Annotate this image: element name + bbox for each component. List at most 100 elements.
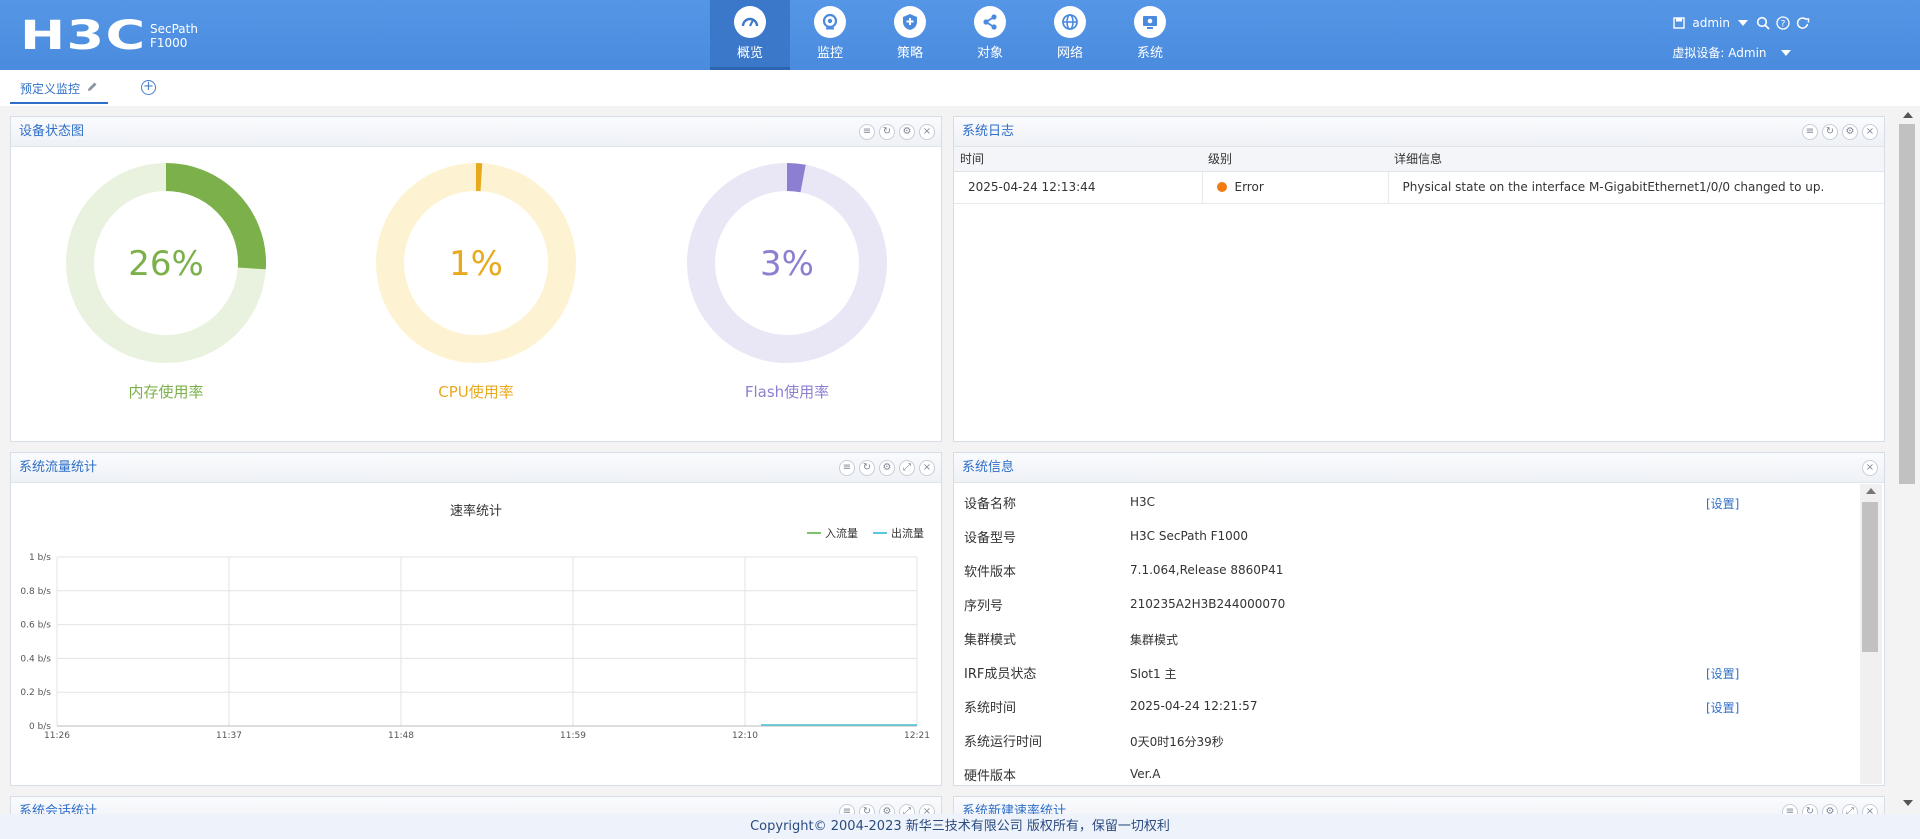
close-icon[interactable]: ×	[919, 460, 935, 476]
y-tick-label: 0.8 b/s	[20, 587, 51, 597]
memory-gauge-ring: 26%	[66, 163, 266, 363]
x-tick-label: 12:21	[904, 731, 930, 741]
error-dot-icon	[1216, 182, 1227, 192]
panel-title: 系统信息	[962, 460, 1015, 475]
tab-predefined-monitor[interactable]: 预定义监控	[10, 76, 109, 104]
scroll-up-arrow-icon[interactable]	[1866, 488, 1876, 494]
chart-legend: 入流量 出流量	[807, 526, 924, 540]
log-detail: Physical state on the interface M-Gigabi…	[1388, 171, 1884, 204]
vdev-dropdown-icon[interactable]	[1779, 46, 1793, 60]
nav-item-policy[interactable]: 策略	[870, 0, 950, 70]
info-row-cluster: 集群模式 集群模式	[964, 633, 1179, 648]
gauge-value-text: 1%	[449, 244, 503, 284]
list-icon[interactable]: ≡	[839, 804, 855, 814]
col-level[interactable]: 级别	[1202, 147, 1388, 172]
gear-icon[interactable]: ⚙	[1822, 804, 1838, 814]
tab-bar: 预定义监控 +	[0, 70, 1920, 106]
refresh-icon[interactable]: ↻	[1802, 804, 1818, 814]
close-icon[interactable]: ×	[1862, 460, 1878, 476]
log-time: 2025-04-24 12:13:44	[954, 171, 1203, 204]
x-tick-label: 11:59	[560, 731, 586, 741]
shield-icon	[894, 6, 926, 38]
edit-icon[interactable]	[86, 76, 98, 102]
gear-icon[interactable]: ⚙	[899, 124, 915, 140]
page-scroll-down-icon[interactable]	[1903, 800, 1913, 806]
gauge-label: CPU使用率	[438, 383, 514, 401]
page-scrollbar[interactable]	[1897, 110, 1919, 810]
close-icon[interactable]: ×	[919, 124, 935, 140]
user-area: admin ? 虚拟设备: Admin	[1672, 16, 1810, 61]
legend-in-label: 入流量	[825, 526, 858, 540]
caret-down-icon[interactable]	[1736, 16, 1750, 30]
gauge-value-text: 3%	[760, 244, 814, 284]
monitor-icon	[814, 6, 846, 38]
legend-out-label: 出流量	[891, 526, 924, 540]
set-link[interactable]: [设置]	[1706, 665, 1739, 682]
gauge-cpu: 1% CPU使用率	[376, 163, 576, 402]
system-log-panel: 系统日志 ≡ ↻ ⚙ × 时间 级别 详细信息 2025-04-24 12:13…	[953, 116, 1885, 442]
nav-item-overview[interactable]: 概览	[710, 0, 790, 70]
new-rate-stats-panel: 系统新建速率统计 ≡ ↻ ⚙ ⤢ ×	[953, 796, 1885, 814]
gauge-value-text: 26%	[128, 244, 204, 284]
refresh-icon[interactable]: ↻	[859, 804, 875, 814]
user-menu[interactable]: admin	[1692, 16, 1730, 30]
brand-logo: H3C SecPath F1000	[20, 16, 198, 56]
panel-title: 系统会话统计	[19, 804, 98, 814]
list-icon[interactable]: ≡	[1802, 124, 1818, 140]
list-icon[interactable]: ≡	[1782, 804, 1798, 814]
cpu-gauge-ring: 1%	[376, 163, 576, 363]
expand-icon[interactable]: ⤢	[899, 804, 915, 814]
panel-title-bar: 系统流量统计 ≡ ↻ ⚙ ⤢ ×	[11, 453, 941, 483]
close-icon[interactable]: ×	[1862, 124, 1878, 140]
refresh-icon[interactable]: ↻	[1822, 124, 1838, 140]
gear-icon[interactable]: ⚙	[879, 460, 895, 476]
gear-icon[interactable]: ⚙	[1842, 124, 1858, 140]
logout-icon[interactable]	[1796, 16, 1810, 30]
nav-label: 网络	[1056, 46, 1083, 61]
help-icon[interactable]: ?	[1776, 16, 1790, 30]
panel-title-bar: 系统新建速率统计 ≡ ↻ ⚙ ⤢ ×	[954, 797, 1884, 814]
save-icon[interactable]	[1672, 16, 1686, 30]
panel-title: 系统流量统计	[19, 460, 98, 475]
search-icon[interactable]	[1756, 16, 1770, 30]
list-icon[interactable]: ≡	[839, 460, 855, 476]
gauge-label: 内存使用率	[128, 383, 204, 401]
nav-item-monitor[interactable]: 监控	[790, 0, 870, 70]
refresh-icon[interactable]: ↻	[859, 460, 875, 476]
close-icon[interactable]: ×	[919, 804, 935, 814]
nav-item-system[interactable]: 系统	[1110, 0, 1190, 70]
log-table: 时间 级别 详细信息 2025-04-24 12:13:44 Error Phy…	[954, 147, 1884, 204]
nav-label: 系统	[1136, 46, 1163, 61]
gear-icon[interactable]: ⚙	[879, 804, 895, 814]
expand-icon[interactable]: ⤢	[899, 460, 915, 476]
expand-icon[interactable]: ⤢	[1842, 804, 1858, 814]
globe-icon	[1054, 6, 1086, 38]
set-link[interactable]: [设置]	[1706, 699, 1739, 716]
sysinfo-scrollbar[interactable]	[1860, 484, 1882, 784]
vdev-label: 虚拟设备: Admin	[1672, 46, 1767, 60]
x-tick-label: 12:10	[732, 731, 758, 741]
col-time[interactable]: 时间	[954, 147, 1202, 172]
panel-title-bar: 系统会话统计 ≡ ↻ ⚙ ⤢ ×	[11, 797, 941, 814]
traffic-panel: 系统流量统计 ≡ ↻ ⚙ ⤢ × 速率统计 入流量 出流量 0 b/s 0.2 b…	[10, 452, 942, 786]
nav-item-network[interactable]: 网络	[1030, 0, 1110, 70]
col-detail[interactable]: 详细信息	[1388, 147, 1884, 172]
nav-label: 对象	[976, 46, 1003, 61]
close-icon[interactable]: ×	[1862, 804, 1878, 814]
scroll-thumb[interactable]	[1862, 502, 1878, 652]
list-icon[interactable]: ≡	[859, 124, 875, 140]
log-level: Error	[1202, 171, 1389, 204]
add-tab-button[interactable]: +	[141, 80, 156, 95]
log-table-header: 时间 级别 详细信息	[954, 147, 1884, 172]
nav-item-object[interactable]: 对象	[950, 0, 1030, 70]
page-scroll-thumb[interactable]	[1899, 124, 1915, 484]
info-row-uptime: 系统运行时间 0天0时16分39秒	[964, 735, 1224, 750]
page-scroll-up-icon[interactable]	[1903, 112, 1913, 118]
set-link[interactable]: [设置]	[1706, 495, 1739, 512]
x-tick-label: 11:26	[44, 731, 70, 741]
panel-title-bar: 系统信息 ×	[954, 453, 1884, 483]
table-row[interactable]: 2025-04-24 12:13:44 Error Physical state…	[954, 171, 1884, 204]
chart-title: 速率统计	[450, 503, 502, 519]
info-row-system-time: 系统时间 2025-04-24 12:21:57 [设置]	[964, 699, 1740, 716]
refresh-icon[interactable]: ↻	[879, 124, 895, 140]
